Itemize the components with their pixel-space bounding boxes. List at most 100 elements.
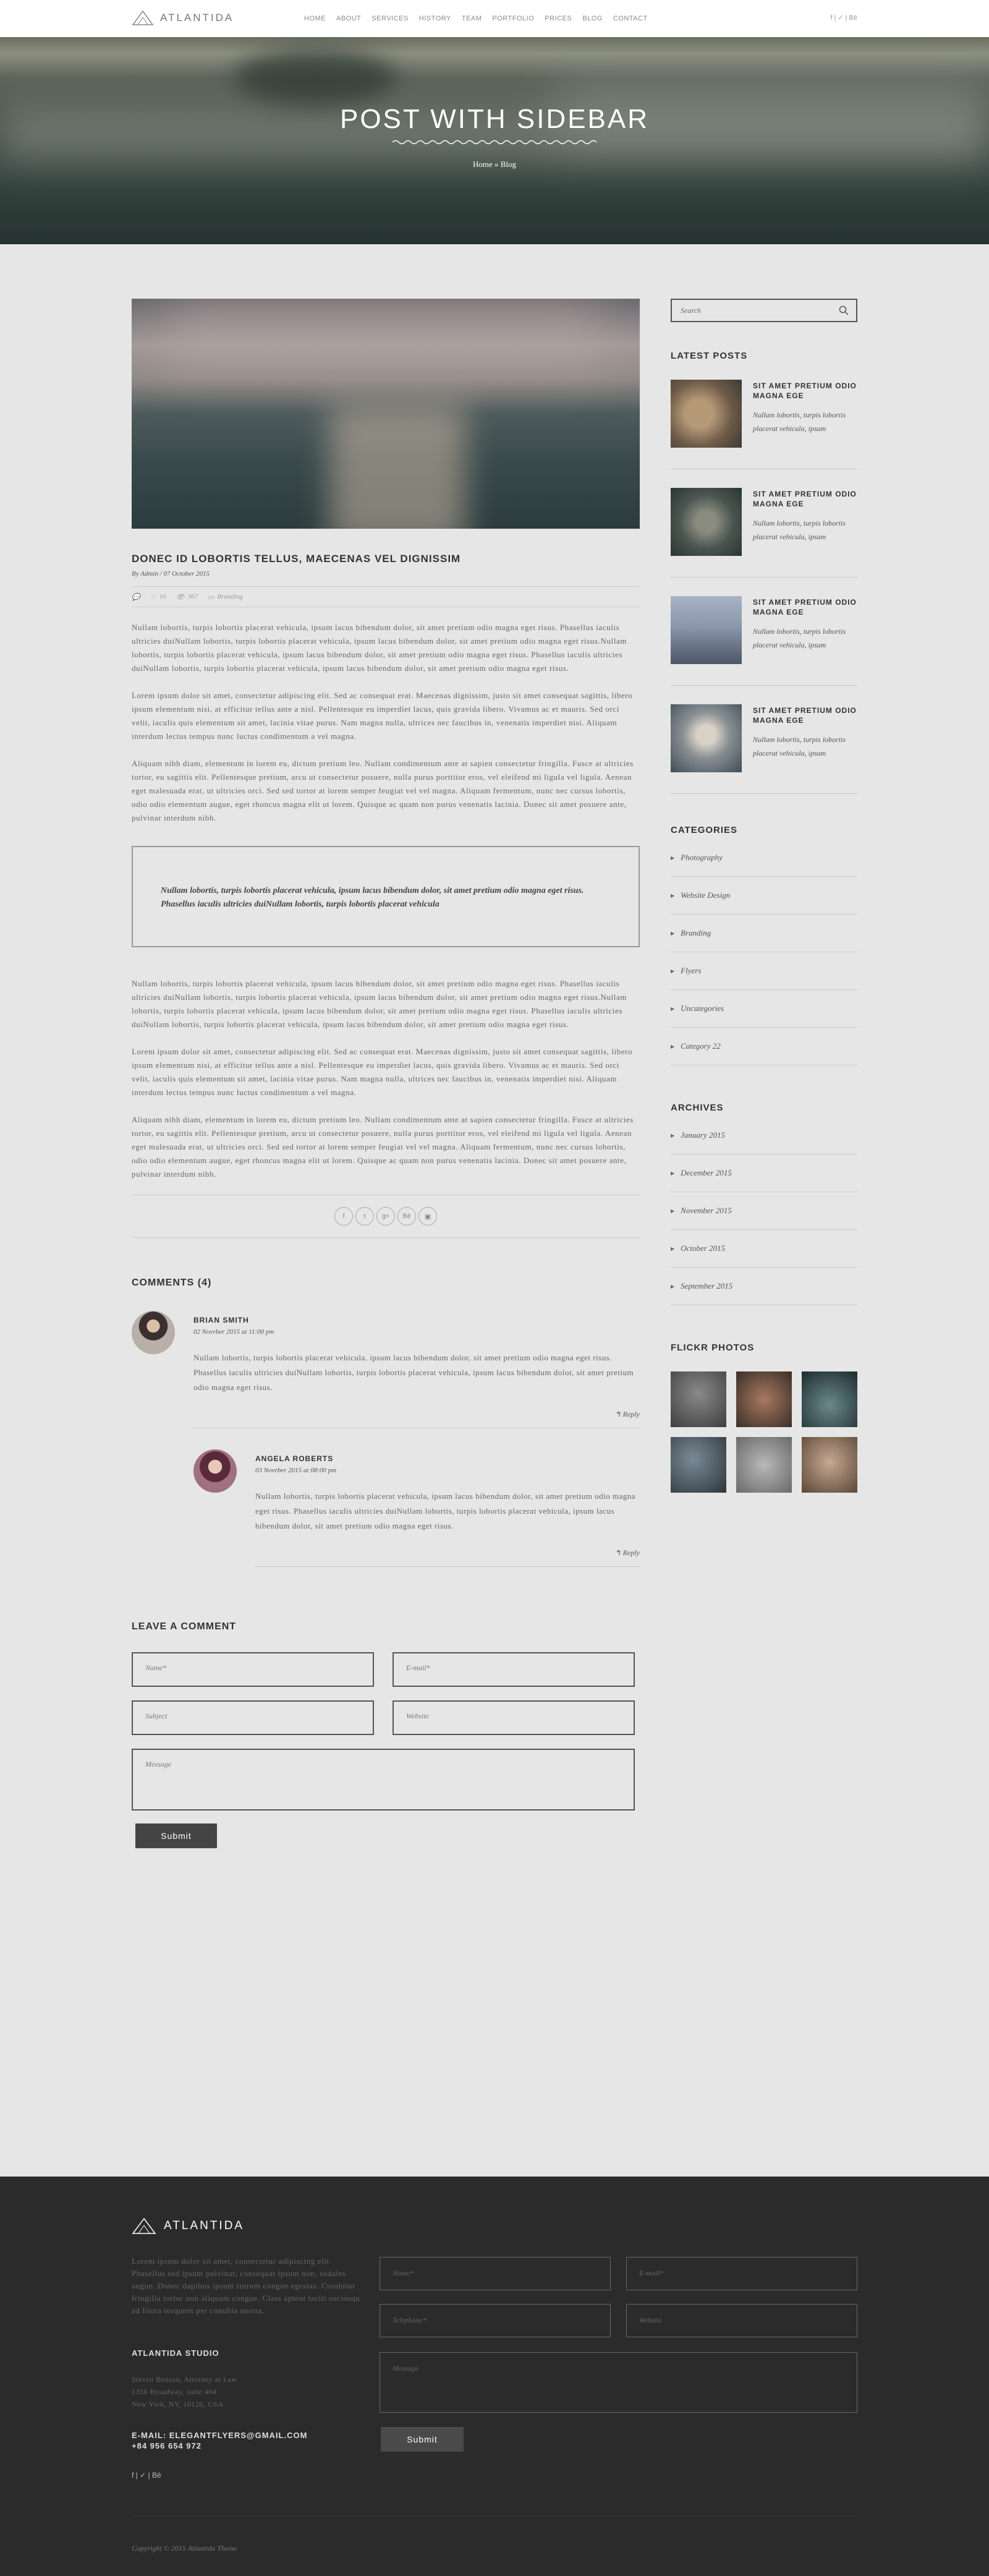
- category-item[interactable]: ▶ Photography: [671, 839, 857, 877]
- search-icon[interactable]: [839, 305, 849, 315]
- nav-social-links[interactable]: f | ✓ | Bē: [830, 14, 857, 22]
- flickr-photo[interactable]: [736, 1371, 792, 1427]
- footer-submit-button[interactable]: Submit: [381, 2427, 464, 2452]
- comment-date: 03 Novrber 2015 at 08:00 pm: [255, 1467, 337, 1474]
- twitter-share-icon[interactable]: t: [355, 1207, 374, 1226]
- message-textarea[interactable]: Message: [132, 1749, 635, 1810]
- archive-item[interactable]: ▶ December 2015: [671, 1154, 857, 1192]
- latest-post-item[interactable]: SIT AMET PRETIUM ODIO MAGNA EGE Nullam l…: [671, 469, 857, 578]
- flickr-photo[interactable]: [736, 1437, 792, 1493]
- subject-input[interactable]: Subject: [132, 1700, 374, 1735]
- footer-email[interactable]: E-MAIL: ELEGANTFLYERS@GMAIL.COM: [132, 2430, 307, 2441]
- archive-item[interactable]: ▶ September 2015: [671, 1268, 857, 1305]
- reply-button[interactable]: ↰ Reply: [255, 1548, 640, 1567]
- latest-post-title[interactable]: SIT AMET PRETIUM ODIO MAGNA EGE: [753, 706, 858, 725]
- avatar: [132, 1311, 175, 1354]
- post-paragraph: Aliquam nibh diam, elementum in lorem eu…: [132, 1115, 634, 1179]
- category-item[interactable]: ▶ Website Design: [671, 877, 857, 915]
- categories-heading: CATEGORIES: [671, 825, 738, 835]
- footer-contact: E-MAIL: ELEGANTFLYERS@GMAIL.COM +84 956 …: [132, 2430, 307, 2451]
- footer-address: Steven Benson, Attorney at Law 1356 Broa…: [132, 2375, 237, 2408]
- behance-share-icon[interactable]: Bē: [397, 1207, 416, 1226]
- footer-about: Lorem ipsum dolor sit amet, consectetur …: [132, 2256, 360, 2315]
- footer-logo[interactable]: ATLANTIDA: [132, 2217, 244, 2235]
- category-item[interactable]: ▶ Category 22: [671, 1028, 857, 1065]
- likes-stat[interactable]: ♡ 16: [150, 593, 166, 601]
- archive-item[interactable]: ▶ November 2015: [671, 1192, 857, 1230]
- views-stat: 👁 367: [176, 593, 198, 601]
- comment-author[interactable]: BRIAN SMITH: [193, 1311, 640, 1324]
- comment-author[interactable]: ANGELA ROBERTS: [255, 1449, 640, 1463]
- brand-logo[interactable]: ATLANTIDA: [132, 10, 234, 26]
- footer-name-input[interactable]: Name*: [380, 2257, 611, 2290]
- post-title[interactable]: DONEC ID LOBORTIS TELLUS, MAECENAS VEL D…: [132, 553, 640, 565]
- blockquote: Nullam lobortis, turpis lobortis placera…: [132, 846, 640, 947]
- post-paragraph: Lorem ipsum dolor sit amet, consectetur …: [132, 691, 633, 741]
- footer-message-textarea[interactable]: Message: [380, 2352, 857, 2413]
- comment-date: 02 Novrber 2015 at 11:00 pm: [193, 1328, 274, 1336]
- menu-item-services[interactable]: SERVICES: [371, 15, 408, 22]
- post-main: DONEC ID LOBORTIS TELLUS, MAECENAS VEL D…: [132, 299, 640, 1850]
- category-item[interactable]: ▶ Branding: [671, 915, 857, 952]
- footer-website-input[interactable]: Website: [626, 2304, 857, 2337]
- post-thumbnail[interactable]: [671, 380, 742, 448]
- menu-item-portfolio[interactable]: PORTFOLIO: [492, 15, 534, 22]
- flickr-photo[interactable]: [671, 1437, 726, 1493]
- flickr-grid: [671, 1371, 857, 1493]
- footer-social-links[interactable]: f | ✓ | Bē: [132, 2471, 161, 2480]
- footer-phone: +84 956 654 972: [132, 2441, 202, 2450]
- main-menu: HOME ABOUT SERVICES HISTORY TEAM PORTFOL…: [304, 15, 658, 22]
- reply-icon: ↰: [614, 1548, 621, 1557]
- latest-post-title[interactable]: SIT AMET PRETIUM ODIO MAGNA EGE: [753, 597, 858, 617]
- sidebar: Search LATEST POSTS SIT AMET PRETIUM ODI…: [671, 299, 857, 1493]
- facebook-share-icon[interactable]: f: [334, 1207, 353, 1226]
- post-thumbnail[interactable]: [671, 488, 742, 556]
- latest-post-item[interactable]: SIT AMET PRETIUM ODIO MAGNA EGE Nullam l…: [671, 578, 857, 686]
- archives-heading: ARCHIVES: [671, 1102, 724, 1113]
- menu-item-team[interactable]: TEAM: [462, 15, 482, 22]
- archive-item[interactable]: ▶ October 2015: [671, 1230, 857, 1268]
- menu-item-contact[interactable]: CONTACT: [613, 15, 648, 22]
- google-plus-share-icon[interactable]: g+: [376, 1207, 395, 1226]
- website-input[interactable]: Website: [393, 1700, 635, 1735]
- triangle-logo-icon: [132, 10, 154, 25]
- menu-item-home[interactable]: HOME: [304, 15, 326, 22]
- flickr-photo[interactable]: [802, 1371, 857, 1427]
- post-thumbnail[interactable]: [671, 704, 742, 772]
- page-title: POST WITH SIDEBAR: [339, 104, 650, 134]
- flickr-photo[interactable]: [802, 1437, 857, 1493]
- reply-icon: ↰: [614, 1410, 621, 1418]
- category-item[interactable]: ▶ Flyers: [671, 952, 857, 990]
- latest-post-title[interactable]: SIT AMET PRETIUM ODIO MAGNA EGE: [753, 489, 858, 509]
- triangle-right-icon: ▶: [671, 892, 675, 898]
- top-navbar: ATLANTIDA HOME ABOUT SERVICES HISTORY TE…: [0, 0, 989, 37]
- post-thumbnail[interactable]: [671, 596, 742, 664]
- latest-post-title[interactable]: SIT AMET PRETIUM ODIO MAGNA EGE: [753, 381, 858, 401]
- search-input[interactable]: Search: [671, 299, 857, 322]
- category-item[interactable]: ▶ Uncategories: [671, 990, 857, 1028]
- reply-button[interactable]: ↰ Reply: [193, 1410, 640, 1428]
- breadcrumb[interactable]: Home » Blog: [0, 160, 989, 169]
- menu-item-blog[interactable]: BLOG: [582, 15, 603, 22]
- leave-comment-heading: LEAVE A COMMENT: [132, 1621, 237, 1632]
- flickr-photo[interactable]: [671, 1371, 726, 1427]
- tumblr-share-icon[interactable]: ▣: [418, 1207, 437, 1226]
- footer-email-input[interactable]: E-mail*: [626, 2257, 857, 2290]
- submit-comment-button[interactable]: Submit: [135, 1823, 217, 1848]
- copyright: Copyright © 2015 Atlantida Theme: [132, 2544, 237, 2553]
- footer-telephone-input[interactable]: Telephone*: [380, 2304, 611, 2337]
- menu-item-prices[interactable]: PRICES: [545, 15, 572, 22]
- name-input[interactable]: Name*: [132, 1652, 374, 1687]
- post-featured-image: [132, 299, 640, 529]
- latest-post-excerpt: Nullam lobortis, turpis lobortis placera…: [753, 519, 846, 541]
- triangle-right-icon: ▶: [671, 968, 675, 974]
- menu-item-history[interactable]: HISTORY: [419, 15, 451, 22]
- email-input[interactable]: E-mail*: [393, 1652, 635, 1687]
- latest-post-item[interactable]: SIT AMET PRETIUM ODIO MAGNA EGE Nullam l…: [671, 361, 857, 469]
- archive-item[interactable]: ▶ January 2015: [671, 1117, 857, 1154]
- category-stat[interactable]: ▭ Branding: [208, 593, 243, 601]
- latest-post-item[interactable]: SIT AMET PRETIUM ODIO MAGNA EGE Nullam l…: [671, 686, 857, 794]
- comments-stat[interactable]: 💬: [132, 593, 140, 601]
- post-stats: 💬 ♡ 16 👁 367 ▭ Branding: [132, 586, 640, 607]
- menu-item-about[interactable]: ABOUT: [336, 15, 361, 22]
